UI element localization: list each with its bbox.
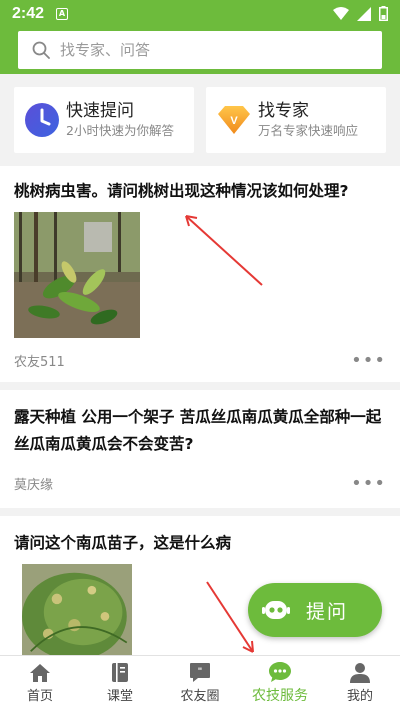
- author-name[interactable]: 农友511: [14, 351, 65, 370]
- app-screen: 2:42 A 快速提问 2小时快速为你解答: [0, 0, 400, 710]
- nav-label: 首页: [26, 688, 53, 704]
- battery-icon: [379, 6, 388, 21]
- question-meta: 莫庆缘 •••: [14, 458, 386, 508]
- find-expert-subtitle: 万名专家快速响应: [258, 123, 359, 138]
- diamond-letter: V: [230, 115, 238, 127]
- wifi-icon: [333, 6, 349, 20]
- nav-agri-service[interactable]: 农技服务: [240, 656, 320, 710]
- search-icon: [32, 41, 50, 59]
- nav-mine[interactable]: 我的: [320, 656, 400, 710]
- find-expert-title: 找专家: [258, 101, 309, 121]
- question-card[interactable]: 露天种植 公用一个架子 苦瓜丝瓜南瓜黄瓜全部种一起丝瓜南瓜黄瓜会不会变苦? 莫庆…: [0, 390, 400, 508]
- nav-label: 课堂: [106, 689, 133, 704]
- nav-label: 农技服务: [252, 688, 308, 704]
- status-icons: [333, 6, 388, 21]
- nav-farmer-circle[interactable]: " 农友圈: [160, 656, 240, 710]
- more-options-icon[interactable]: •••: [351, 350, 386, 371]
- signal-icon: [357, 6, 371, 21]
- search-bar[interactable]: [18, 31, 382, 69]
- home-icon: [30, 663, 50, 682]
- ask-question-label: 提问: [306, 600, 349, 623]
- peach-tree-photo[interactable]: [14, 212, 140, 338]
- svg-text:": ": [198, 667, 203, 677]
- search-input[interactable]: [60, 41, 360, 59]
- book-icon: [112, 663, 128, 682]
- nav-label: 农友圈: [180, 689, 220, 704]
- chat-quote-icon: ": [190, 663, 210, 682]
- diamond-v-icon: V: [218, 106, 250, 134]
- bottom-nav: 首页 课堂 " 农友圈 农技服务 我的: [0, 655, 400, 710]
- more-options-icon[interactable]: •••: [351, 473, 386, 494]
- question-title[interactable]: 桃树病虫害。请问桃树出现这种情况该如何处理?: [14, 178, 386, 204]
- author-name[interactable]: 莫庆缘: [14, 474, 53, 493]
- robot-icon: [262, 601, 290, 619]
- question-title[interactable]: 请问这个南瓜苗子，这是什么病: [14, 530, 386, 556]
- status-bar: 2:42 A: [0, 0, 400, 27]
- nav-home[interactable]: 首页: [0, 656, 80, 710]
- question-card[interactable]: 桃树病虫害。请问桃树出现这种情况该如何处理? 农友511 •••: [0, 166, 400, 382]
- quick-ask-subtitle: 2小时快速为你解答: [66, 123, 174, 138]
- quick-ask-text: 快速提问 2小时快速为你解答: [66, 100, 174, 140]
- quick-ask-title: 快速提问: [66, 101, 134, 121]
- find-expert-card[interactable]: V 找专家 万名专家快速响应: [206, 87, 386, 153]
- nav-classroom[interactable]: 课堂: [80, 656, 160, 710]
- notification-icon: A: [56, 7, 69, 20]
- chat-dots-icon: [269, 662, 291, 682]
- nav-label: 我的: [346, 689, 373, 704]
- question-meta: 农友511 •••: [14, 338, 386, 382]
- status-time: 2:42: [12, 4, 45, 22]
- question-title[interactable]: 露天种植 公用一个架子 苦瓜丝瓜南瓜黄瓜全部种一起丝瓜南瓜黄瓜会不会变苦?: [14, 404, 386, 458]
- ask-question-button[interactable]: 提问: [248, 583, 382, 637]
- header: 2:42 A: [0, 0, 400, 74]
- person-icon: [350, 663, 370, 683]
- clock-icon: [25, 103, 59, 137]
- quick-ask-card[interactable]: 快速提问 2小时快速为你解答: [14, 87, 194, 153]
- find-expert-text: 找专家 万名专家快速响应: [258, 100, 358, 140]
